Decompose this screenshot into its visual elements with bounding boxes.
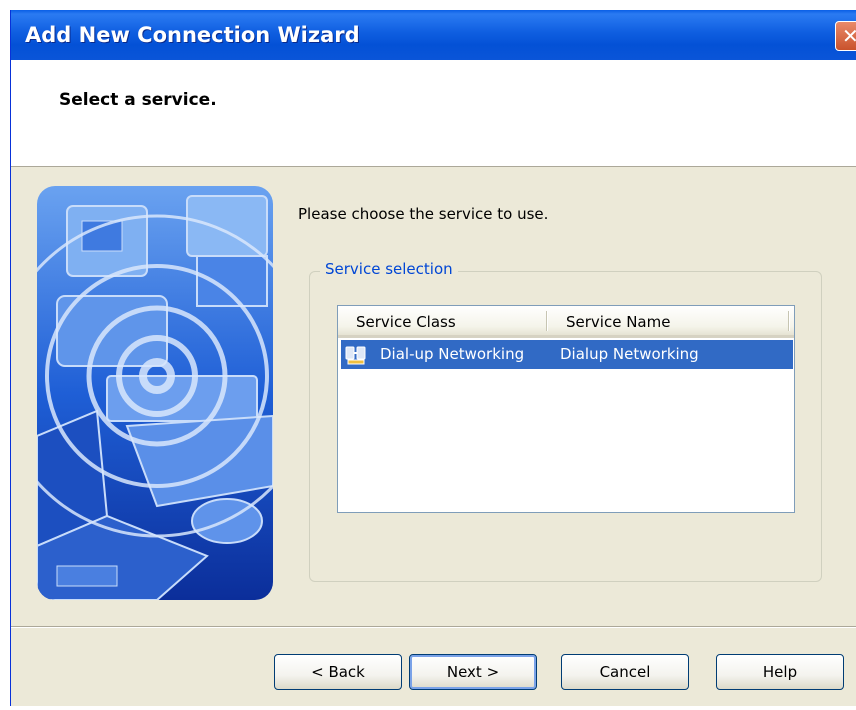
window-title: Add New Connection Wizard xyxy=(25,23,360,47)
column-header-service-name[interactable]: Service Name xyxy=(566,313,670,331)
dialup-networking-icon xyxy=(345,346,366,365)
close-icon: ✕ xyxy=(842,24,856,48)
service-class-cell: Dial-up Networking xyxy=(380,345,525,363)
title-bar[interactable]: Add New Connection Wizard ✕ xyxy=(11,10,856,60)
wizard-header: Select a service. xyxy=(11,60,856,167)
column-header-service-class[interactable]: Service Class xyxy=(356,313,456,331)
instruction-text: Please choose the service to use. xyxy=(298,205,549,223)
help-button[interactable]: Help xyxy=(716,654,844,690)
group-legend: Service selection xyxy=(320,260,458,278)
column-separator[interactable] xyxy=(546,311,548,331)
next-button[interactable]: Next > xyxy=(409,654,537,690)
table-row[interactable]: Dial-up Networking Dialup Networking xyxy=(341,340,793,369)
close-button[interactable]: ✕ xyxy=(835,21,856,51)
button-divider xyxy=(11,626,856,628)
communication-devices-icon xyxy=(37,186,273,600)
wizard-window: Add New Connection Wizard ✕ Select a ser… xyxy=(10,10,856,706)
page-title: Select a service. xyxy=(59,90,217,110)
cancel-button[interactable]: Cancel xyxy=(561,654,689,690)
wizard-illustration xyxy=(37,186,273,600)
list-header: Service Class Service Name xyxy=(338,306,794,338)
service-list[interactable]: Service Class Service Name Dial-up Netwo… xyxy=(337,305,795,513)
service-name-cell: Dialup Networking xyxy=(560,345,699,363)
column-separator[interactable] xyxy=(788,311,790,331)
back-button[interactable]: < Back xyxy=(274,654,402,690)
